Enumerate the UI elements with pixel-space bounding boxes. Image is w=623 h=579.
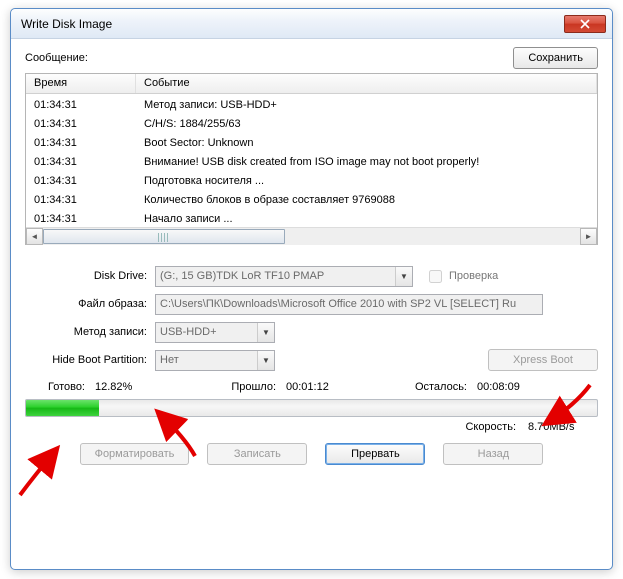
log-row[interactable]: 01:34:31C/H/S: 1884/255/63 xyxy=(26,115,597,134)
write-method-combo[interactable]: USB-HDD+ ▼ xyxy=(155,322,275,343)
speed-value: 8.70MB/s xyxy=(528,421,598,433)
save-button[interactable]: Сохранить xyxy=(513,47,598,69)
hide-boot-combo[interactable]: Нет ▼ xyxy=(155,350,275,371)
log-time: 01:34:31 xyxy=(34,135,144,152)
log-header-time[interactable]: Время xyxy=(26,74,136,93)
log-row[interactable]: 01:34:31Boot Sector: Unknown xyxy=(26,134,597,153)
log-event: Boot Sector: Unknown xyxy=(144,135,589,152)
image-file-label: Файл образа: xyxy=(25,298,155,310)
chevron-down-icon: ▼ xyxy=(395,267,412,286)
log-row[interactable]: 01:34:31Внимание! USB disk created from … xyxy=(26,153,597,172)
log-row[interactable]: 01:34:31Подготовка носителя ... xyxy=(26,172,597,191)
write-method-label: Метод записи: xyxy=(25,326,155,338)
log-time: 01:34:31 xyxy=(34,116,144,133)
done-label: Готово: xyxy=(25,381,95,393)
log-time: 01:34:31 xyxy=(34,173,144,190)
disk-drive-row: Disk Drive: (G:, 15 GB)TDK LoR TF10 PMAP… xyxy=(25,265,598,287)
remain-value: 00:08:09 xyxy=(477,381,520,393)
elapsed-label: Прошло: xyxy=(216,381,286,393)
write-method-value: USB-HDD+ xyxy=(160,326,217,338)
log-event: Количество блоков в образе составляет 97… xyxy=(144,192,589,209)
image-file-value: C:\Users\ПК\Downloads\Microsoft Office 2… xyxy=(160,298,516,310)
window-body: Сообщение: Сохранить Время Событие 01:34… xyxy=(11,39,612,477)
xpress-boot-button: Xpress Boot xyxy=(488,349,598,371)
write-method-row: Метод записи: USB-HDD+ ▼ xyxy=(25,321,598,343)
window-title: Write Disk Image xyxy=(21,17,564,31)
disk-drive-label: Disk Drive: xyxy=(25,270,155,282)
log-event: Внимание! USB disk created from ISO imag… xyxy=(144,154,589,171)
speed-row: Скорость: 8.70MB/s xyxy=(25,421,598,433)
log-box: Время Событие 01:34:31Метод записи: USB-… xyxy=(25,73,598,245)
scroll-thumb[interactable] xyxy=(43,229,285,244)
log-row[interactable]: 01:34:31Метод записи: USB-HDD+ xyxy=(26,96,597,115)
log-header-event[interactable]: Событие xyxy=(136,74,597,93)
message-label: Сообщение: xyxy=(25,52,513,64)
log-event: Начало записи ... xyxy=(144,211,589,227)
chevron-down-icon: ▼ xyxy=(257,351,274,370)
verify-checkbox-label: Проверка xyxy=(449,270,498,282)
message-row: Сообщение: Сохранить xyxy=(25,47,598,69)
close-icon xyxy=(580,19,590,29)
log-time: 01:34:31 xyxy=(34,97,144,114)
log-event: Подготовка носителя ... xyxy=(144,173,589,190)
log-time: 01:34:31 xyxy=(34,154,144,171)
log-row[interactable]: 01:34:31Количество блоков в образе соста… xyxy=(26,191,597,210)
remain-label: Осталось: xyxy=(407,381,477,393)
hide-boot-value: Нет xyxy=(160,354,179,366)
hide-boot-row: Hide Boot Partition: Нет ▼ Xpress Boot xyxy=(25,349,598,371)
back-button: Назад xyxy=(443,443,543,465)
speed-label: Скорость: xyxy=(465,421,528,433)
verify-checkbox-input[interactable] xyxy=(429,270,442,283)
disk-drive-value: (G:, 15 GB)TDK LoR TF10 PMAP xyxy=(160,270,324,282)
titlebar: Write Disk Image xyxy=(11,9,612,39)
log-time: 01:34:31 xyxy=(34,192,144,209)
scroll-track[interactable] xyxy=(43,228,580,245)
format-button: Форматировать xyxy=(80,443,190,465)
button-row: Форматировать Записать Прервать Назад xyxy=(25,443,598,465)
log-body: 01:34:31Метод записи: USB-HDD+01:34:31C/… xyxy=(26,94,597,227)
close-button[interactable] xyxy=(564,15,606,33)
progress-fill xyxy=(26,400,99,416)
hide-boot-label: Hide Boot Partition: xyxy=(25,354,155,366)
write-button: Записать xyxy=(207,443,307,465)
image-file-row: Файл образа: C:\Users\ПК\Downloads\Micro… xyxy=(25,293,598,315)
scroll-left-button[interactable]: ◄ xyxy=(26,228,43,245)
disk-drive-combo[interactable]: (G:, 15 GB)TDK LoR TF10 PMAP ▼ xyxy=(155,266,413,287)
write-disk-image-window: Write Disk Image Сообщение: Сохранить Вр… xyxy=(10,8,613,570)
elapsed-value: 00:01:12 xyxy=(286,381,329,393)
log-event: C/H/S: 1884/255/63 xyxy=(144,116,589,133)
chevron-down-icon: ▼ xyxy=(257,323,274,342)
abort-button[interactable]: Прервать xyxy=(325,443,425,465)
verify-checkbox[interactable]: Проверка xyxy=(425,267,498,286)
scroll-right-button[interactable]: ► xyxy=(580,228,597,245)
horizontal-scrollbar[interactable]: ◄ ► xyxy=(26,227,597,244)
log-time: 01:34:31 xyxy=(34,211,144,227)
image-file-field: C:\Users\ПК\Downloads\Microsoft Office 2… xyxy=(155,294,543,315)
status-row: Готово: 12.82% Прошло: 00:01:12 Осталось… xyxy=(25,381,598,393)
log-header: Время Событие xyxy=(26,74,597,94)
done-value: 12.82% xyxy=(95,381,132,393)
progress-bar xyxy=(25,399,598,417)
log-row[interactable]: 01:34:31Начало записи ... xyxy=(26,210,597,227)
log-event: Метод записи: USB-HDD+ xyxy=(144,97,589,114)
